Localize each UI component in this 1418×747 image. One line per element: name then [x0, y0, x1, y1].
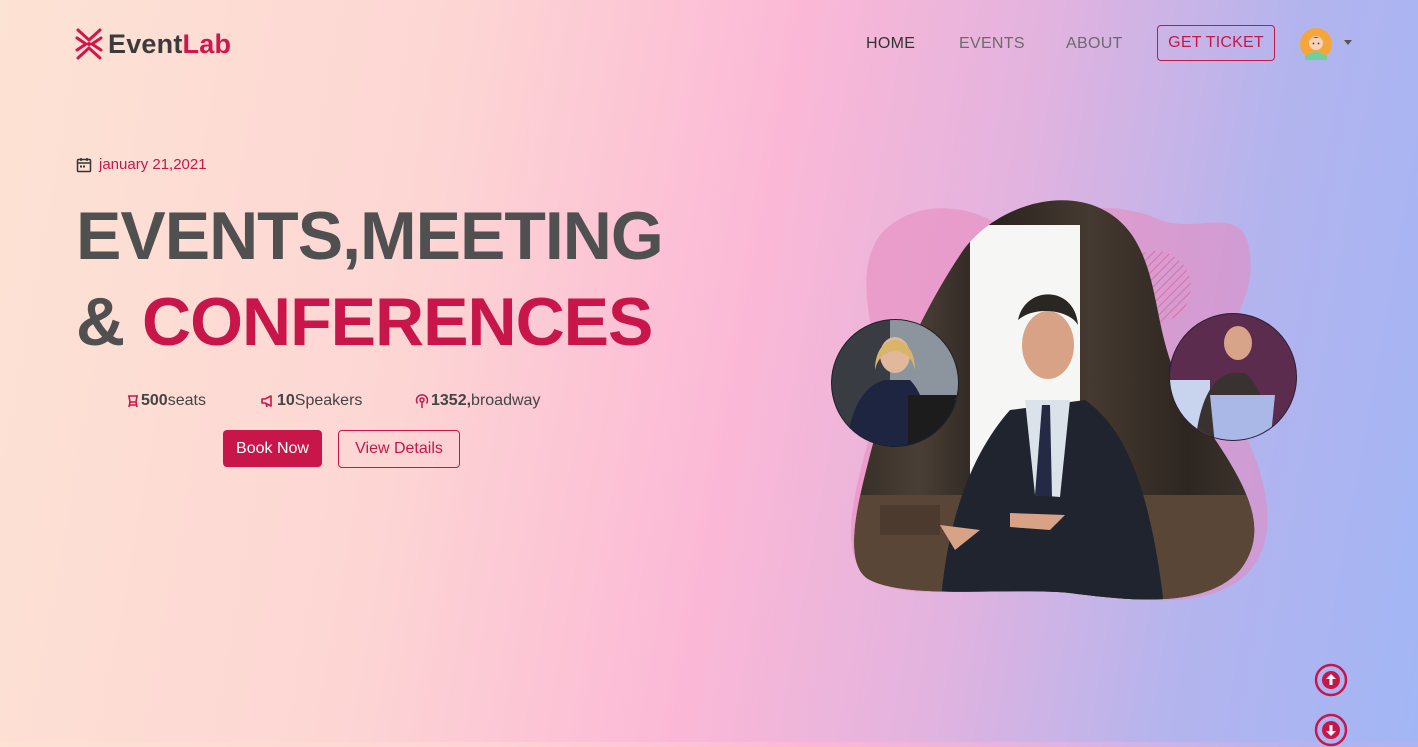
- get-ticket-button[interactable]: GET TICKET: [1157, 25, 1275, 61]
- hero-title-line1: EVENTS,MEETING: [76, 198, 664, 274]
- brand-logo[interactable]: EventLab: [74, 26, 231, 62]
- book-now-button[interactable]: Book Now: [223, 430, 322, 467]
- nav-about[interactable]: ABOUT: [1066, 35, 1123, 53]
- site-header: EventLab HOME EVENTS ABOUT GET TICKET: [0, 0, 1418, 90]
- logo-icon: [75, 28, 103, 60]
- hero-title-line2: & CONFERENCES: [76, 284, 653, 360]
- chevron-down-icon[interactable]: [1344, 40, 1352, 45]
- scroll-up-button[interactable]: [1314, 663, 1348, 697]
- event-date-text: january 21,2021: [99, 156, 207, 173]
- brand-name: EventLab: [108, 28, 232, 59]
- stat-speakers: 10 Speakers: [261, 392, 362, 410]
- stat-location: 1352, broadway: [415, 392, 540, 410]
- event-date: january 21,2021: [76, 156, 207, 173]
- hero-illustration: [831, 200, 1297, 601]
- megaphone-icon: [261, 395, 272, 408]
- hero-title-highlight: CONFERENCES: [142, 284, 653, 360]
- location-icon: [415, 393, 429, 408]
- nav-home[interactable]: HOME: [866, 35, 915, 53]
- user-avatar-icon[interactable]: [1300, 28, 1332, 60]
- seat-icon: [128, 395, 138, 408]
- stat-seats: 500 seats: [127, 392, 206, 410]
- calendar-icon: [76, 157, 92, 172]
- view-details-button[interactable]: View Details: [338, 430, 460, 468]
- nav-events[interactable]: EVENTS: [959, 35, 1025, 53]
